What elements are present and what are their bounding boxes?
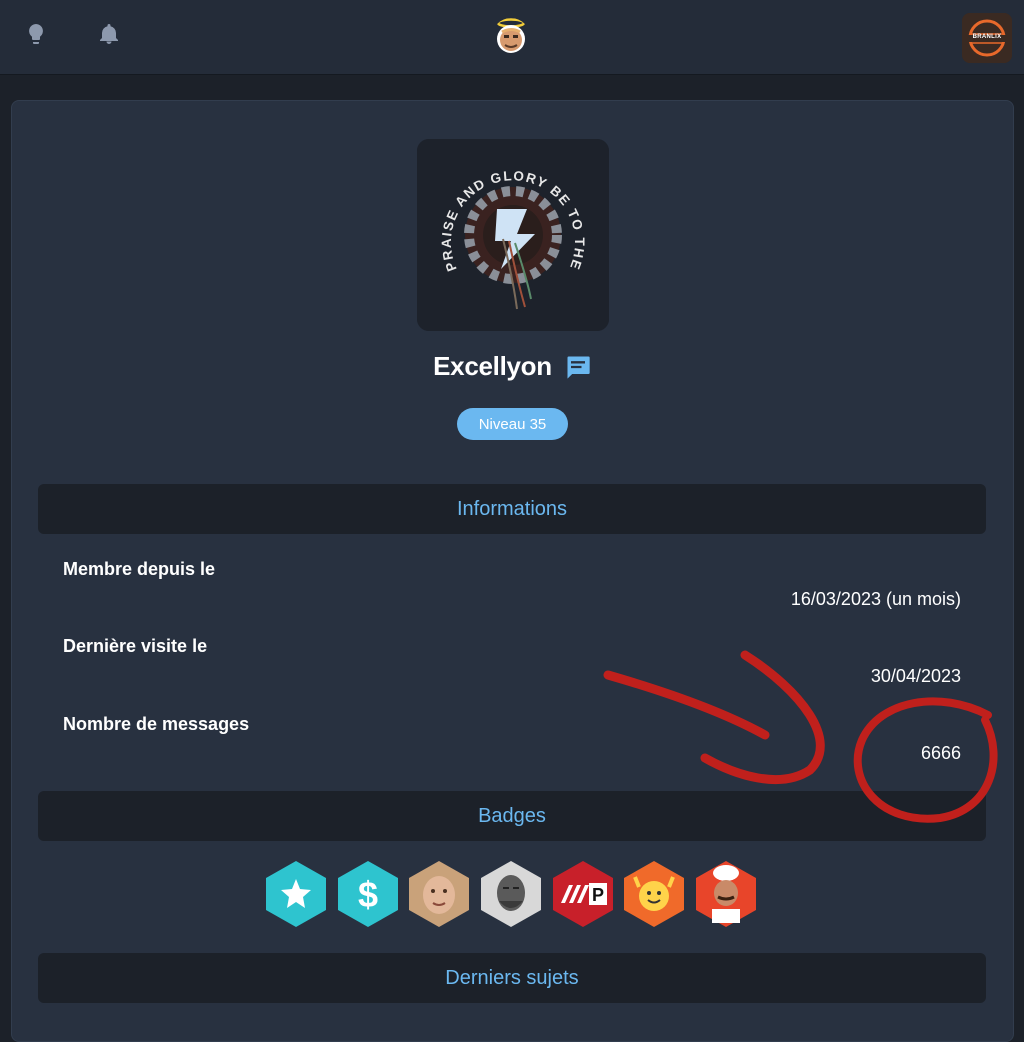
- user-avatar-text: BRANLIX: [972, 34, 1002, 40]
- latest-topics-header[interactable]: Derniers sujets: [38, 953, 986, 1003]
- profile-card: PRAISE AND GLORY BE TO THE MACHINE GOD E…: [11, 100, 1014, 1042]
- last-visit-label: Dernière visite le: [63, 636, 208, 656]
- dollar-badge[interactable]: $: [336, 859, 400, 929]
- informations-header[interactable]: Informations: [38, 484, 986, 534]
- name-row: Excellyon: [12, 351, 1013, 382]
- face-badge[interactable]: [407, 859, 471, 929]
- chef-badge[interactable]: [694, 859, 758, 929]
- top-bar: BRANLIX: [0, 0, 1024, 75]
- last-visit-value: 30/04/2023: [870, 666, 961, 686]
- message-count-label: Nombre de messages: [63, 714, 250, 734]
- svg-text:PRAISE AND GLORY BE TO THE MAC: PRAISE AND GLORY BE TO THE MACHINE GOD: [417, 139, 587, 273]
- chad-badge[interactable]: [479, 859, 543, 929]
- p-badge[interactable]: P: [551, 859, 615, 929]
- member-since-value: 16/03/2023 (un mois): [790, 589, 961, 609]
- level-badge: Niveau 35: [457, 408, 568, 440]
- emoji-badge[interactable]: [622, 859, 686, 929]
- bell-icon[interactable]: [97, 22, 121, 46]
- star-badge[interactable]: [264, 859, 328, 929]
- member-since-label: Membre depuis le: [63, 559, 216, 579]
- user-avatar[interactable]: BRANLIX: [962, 13, 1012, 63]
- profile-picture-text: PRAISE AND GLORY BE TO THE MACHINE GOD: [417, 139, 586, 273]
- message-icon[interactable]: [564, 353, 592, 381]
- badges-list: $ P: [264, 859, 764, 929]
- message-count-value: 6666: [920, 743, 961, 763]
- username: Excellyon: [433, 351, 552, 381]
- halo-avatar-icon[interactable]: [492, 18, 530, 56]
- lightbulb-icon[interactable]: [24, 22, 48, 46]
- badges-header[interactable]: Badges: [38, 791, 986, 841]
- svg-text:$: $: [358, 874, 378, 915]
- svg-text:P: P: [592, 885, 604, 905]
- profile-picture: PRAISE AND GLORY BE TO THE MACHINE GOD: [417, 139, 609, 331]
